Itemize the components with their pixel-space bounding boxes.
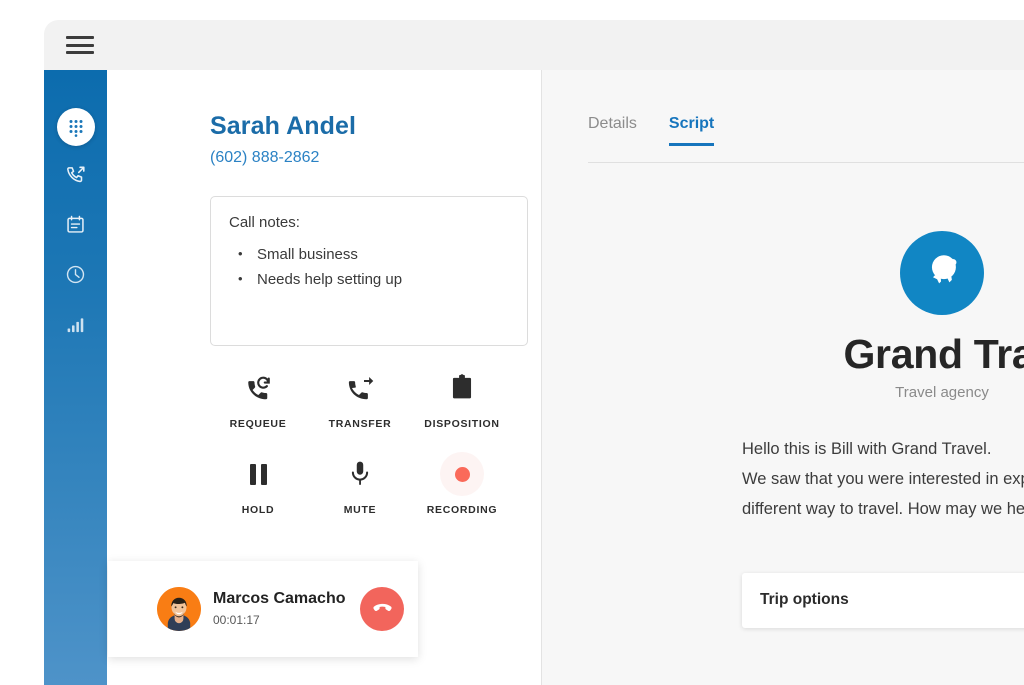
call-notes-box[interactable]: Call notes: Small business Needs help se…: [210, 196, 528, 346]
call-controls: REQUEUE TRANSFER DISPOSITION HOLD MUTE R…: [210, 370, 530, 516]
airplane-icon: [919, 248, 965, 299]
brand-logo: [900, 231, 984, 315]
list-item: Small business: [235, 241, 402, 267]
transfer-label: TRANSFER: [328, 418, 392, 430]
left-icon-rail: [44, 70, 107, 685]
call-forward-icon: [65, 164, 87, 191]
tab-script[interactable]: Script: [668, 115, 715, 146]
tabs-divider: [588, 162, 1024, 163]
script-line: We saw that you were interested in explo…: [742, 470, 1024, 488]
bar-chart-icon: [65, 314, 86, 340]
trip-options-label: Trip options: [760, 591, 849, 608]
hold-label: HOLD: [241, 504, 275, 516]
sidebar-item-analytics[interactable]: [44, 302, 107, 352]
contact-name: Sarah Andel: [210, 112, 357, 140]
clock-history-icon: [65, 264, 86, 290]
call-timer: 00:01:17: [213, 613, 260, 627]
active-agent-card: Marcos Camacho 00:01:17: [108, 561, 418, 657]
end-call-icon: [371, 596, 394, 622]
requeue-label: REQUEUE: [229, 418, 287, 430]
recording-button[interactable]: RECORDING: [414, 452, 510, 516]
script-line: different way to travel. How may we help…: [742, 500, 1024, 518]
clipboard-icon: [449, 370, 475, 406]
record-dot-icon: [440, 452, 484, 496]
calendar-notes-icon: [65, 214, 86, 240]
script-text: Hello this is Bill with Grand Travel. We…: [742, 434, 1024, 524]
app-window: Sarah Andel (602) 888-2862 Call notes: S…: [44, 20, 1024, 685]
dialpad-icon: [56, 108, 95, 146]
brand-subtitle: Travel agency: [895, 384, 989, 401]
script-panel: Details Script Grand Travel Travel agenc…: [541, 70, 1024, 685]
hamburger-menu-icon[interactable]: [66, 34, 94, 56]
sidebar-item-dialpad[interactable]: [44, 102, 107, 152]
requeue-button[interactable]: REQUEUE: [210, 370, 306, 430]
pause-icon: [249, 456, 267, 492]
hold-button[interactable]: HOLD: [210, 456, 306, 516]
contact-phone[interactable]: (602) 888-2862: [210, 149, 319, 167]
disposition-button[interactable]: DISPOSITION: [414, 370, 510, 430]
call-controls-row-primary: REQUEUE TRANSFER DISPOSITION: [210, 370, 510, 430]
disposition-label: DISPOSITION: [424, 418, 500, 430]
script-line: Hello this is Bill with Grand Travel.: [742, 440, 992, 458]
brand-title: Grand Travel: [843, 331, 1024, 377]
end-call-button[interactable]: [360, 587, 404, 631]
microphone-icon: [347, 456, 373, 492]
transfer-button[interactable]: TRANSFER: [312, 370, 408, 430]
agent-name: Marcos Camacho: [213, 590, 346, 607]
phone-transfer-icon: [345, 370, 375, 406]
call-controls-row-secondary: HOLD MUTE RECORDING: [210, 452, 510, 516]
agent-avatar: [157, 587, 201, 631]
call-notes-title: Call notes:: [229, 214, 300, 231]
list-item: Needs help setting up: [235, 266, 402, 292]
sidebar-item-history[interactable]: [44, 252, 107, 302]
call-notes-list: Small business Needs help setting up: [235, 241, 402, 292]
top-bar: [44, 20, 1024, 70]
tab-details[interactable]: Details: [588, 115, 637, 146]
phone-requeue-icon: [243, 370, 273, 406]
sidebar-item-calls[interactable]: [44, 152, 107, 202]
mute-label: MUTE: [343, 504, 377, 516]
trip-options-card[interactable]: Trip options: [742, 573, 1024, 628]
recording-label: RECORDING: [426, 504, 498, 516]
mute-button[interactable]: MUTE: [312, 456, 408, 516]
panel-tabs: Details Script: [588, 115, 715, 146]
sidebar-item-notes[interactable]: [44, 202, 107, 252]
